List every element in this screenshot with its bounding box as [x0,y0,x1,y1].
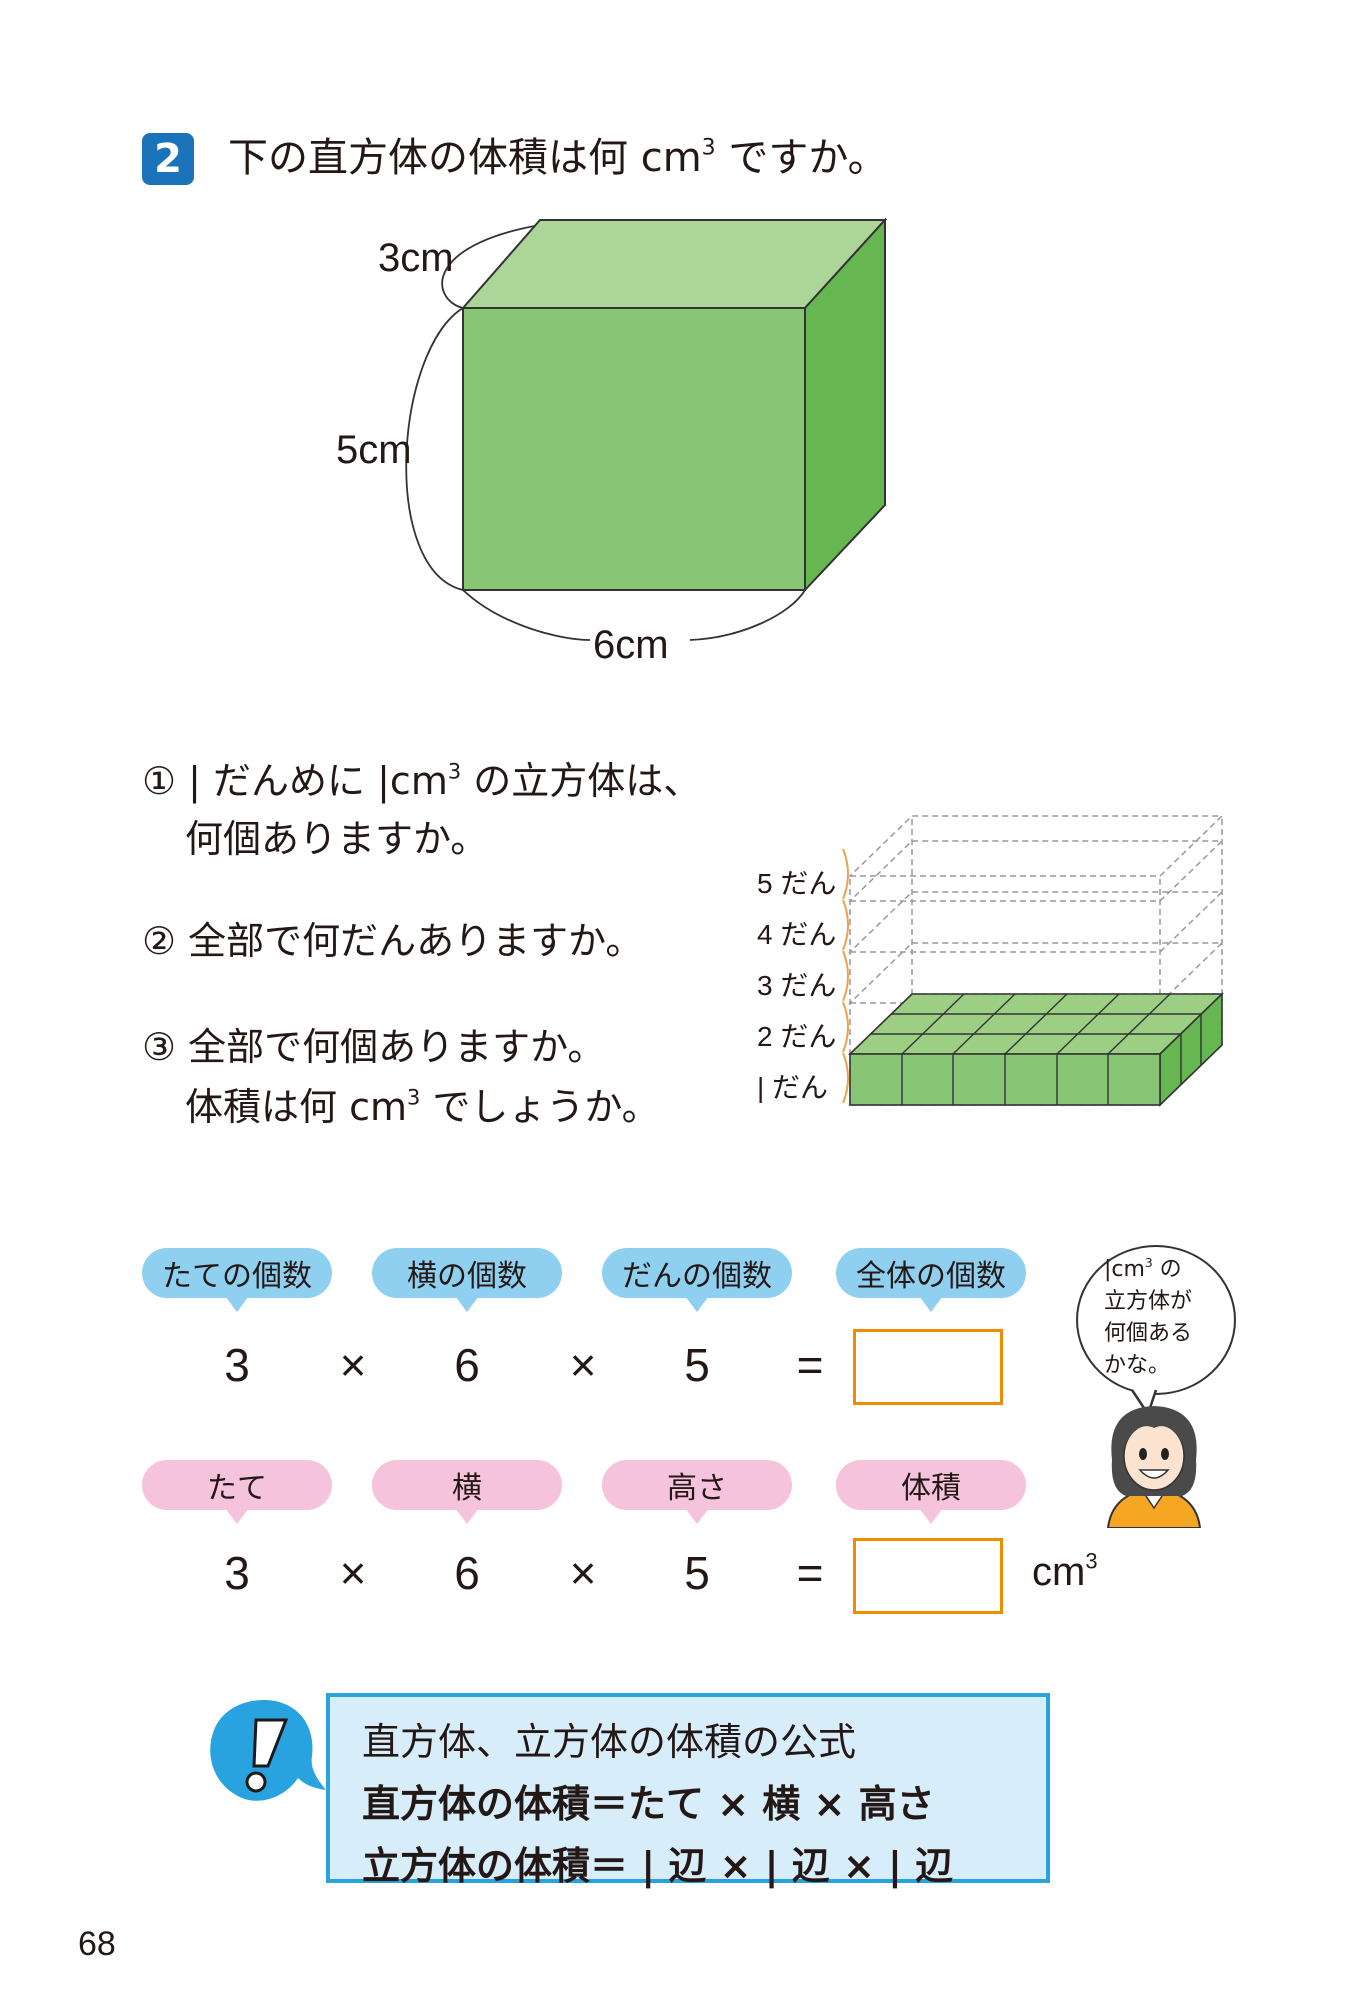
label-height: 高さ [602,1460,792,1524]
row1-equals: = [796,1339,824,1391]
volume-unit: cm3 [1032,1548,1098,1594]
exclamation-icon [210,1700,326,1801]
row1-number-layers: 5 [684,1339,710,1391]
depth-label: 3cm [378,236,454,280]
row2-number-width: 6 [454,1547,480,1599]
label-total-count: 全体の個数 [836,1248,1026,1312]
label-volume: 体積 [836,1460,1026,1524]
label-length: たて [142,1460,332,1524]
height-label: 5cm [336,428,412,472]
question-number-badge: 2 [142,133,194,185]
girl-character-icon [1106,1406,1202,1528]
row1-number-vertical: 3 [224,1339,250,1391]
step-label-3: 3 だん [757,970,837,1001]
subquestion-1-line-2: 何個ありますか。 [185,817,489,861]
width-label: 6cm [593,623,669,667]
step-label-2: 2 だん [757,1021,837,1052]
speech-bubble-text: |cm3 の 立方体が 何個ある かな。 [1104,1255,1193,1378]
formula-title: 直方体、立方体の体積の公式 [362,1720,857,1764]
row1-times-2: × [569,1339,597,1391]
subquestion-3-line-2: 体積は何 cm3 でしょうか。 [185,1085,660,1129]
cuboid-figure [405,217,888,641]
subquestion-2: ② 全部で何だんありますか。 [142,919,644,963]
row2-times-2: × [569,1547,597,1599]
answer-box-total-count[interactable] [853,1329,1003,1405]
step-label-5: 5 だん [757,868,837,899]
row2-number-length: 3 [224,1547,250,1599]
row2-number-height: 5 [684,1547,710,1599]
label-horizontal-count: 横の個数 [372,1248,562,1312]
subquestion-3-line-1: ③ 全部で何個ありますか。 [142,1025,606,1069]
subquestion-1-line-1: ① | だんめに |cm3 の立方体は、 [142,759,702,803]
answer-box-volume[interactable] [853,1538,1003,1614]
question-text: 下の直方体の体積は何 cm3 ですか。 [228,135,888,181]
label-layer-count: だんの個数 [602,1248,792,1312]
formula-cuboid: 直方体の体積＝たて × 横 × 高さ [362,1782,935,1826]
page-number: 68 [78,1925,116,1963]
step-label-4: 4 だん [757,919,837,950]
row1-times-1: × [339,1339,367,1391]
formula-cube: 立方体の体積＝ | 辺 × | 辺 × | 辺 [362,1844,954,1888]
step-label-1: | だん [757,1072,829,1103]
row2-times-1: × [339,1547,367,1599]
formula-box: 直方体、立方体の体積の公式 直方体の体積＝たて × 横 × 高さ 立方体の体積＝… [326,1693,1050,1888]
row2-equals: = [796,1547,824,1599]
label-vertical-count: たての個数 [142,1248,332,1312]
row1-number-horizontal: 6 [454,1339,480,1391]
label-width: 横 [372,1460,562,1524]
cuboid-front-face [462,307,806,591]
